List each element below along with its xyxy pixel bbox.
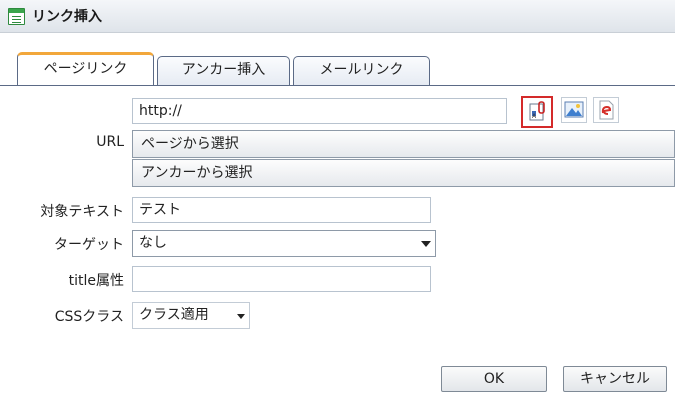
select-from-page-button[interactable]: ページから選択 [132, 130, 675, 158]
tab-divider [0, 85, 675, 86]
css-class-label: CSSクラス [54, 309, 124, 325]
target-select-value: なし [139, 235, 167, 251]
file-link-button[interactable] [593, 97, 619, 123]
image-link-button[interactable] [561, 97, 587, 123]
ok-button[interactable]: OK [441, 366, 547, 392]
css-class-select-value: クラス適用 [139, 307, 209, 323]
target-label: ターゲット [54, 237, 124, 253]
cancel-button[interactable]: キャンセル [563, 366, 667, 392]
link-page-icon: A [529, 101, 545, 121]
css-class-select[interactable]: クラス適用 [132, 302, 250, 329]
dialog-titlebar: リンク挿入 [0, 0, 675, 33]
target-select[interactable]: なし [132, 230, 436, 257]
chevron-down-icon [421, 241, 431, 247]
title-attr-input[interactable] [132, 266, 431, 292]
dialog-title: リンク挿入 [32, 9, 102, 25]
target-text-label: 対象テキスト [40, 204, 124, 220]
url-input[interactable]: http:// [132, 98, 507, 124]
chevron-down-icon [237, 314, 245, 319]
target-text-input[interactable]: テスト [132, 197, 431, 223]
tab-page-link[interactable]: ページリンク [17, 52, 154, 85]
document-icon [8, 7, 25, 25]
url-label: URL [96, 134, 124, 150]
document-icon [599, 100, 614, 120]
tab-anchor-insert[interactable]: アンカー挿入 [157, 56, 290, 85]
title-attr-label: title属性 [68, 273, 124, 289]
image-icon [564, 101, 584, 118]
page-link-button[interactable]: A [521, 96, 553, 128]
select-from-anchor-button[interactable]: アンカーから選択 [132, 159, 675, 187]
tab-mail-link[interactable]: メールリンク [293, 56, 430, 85]
